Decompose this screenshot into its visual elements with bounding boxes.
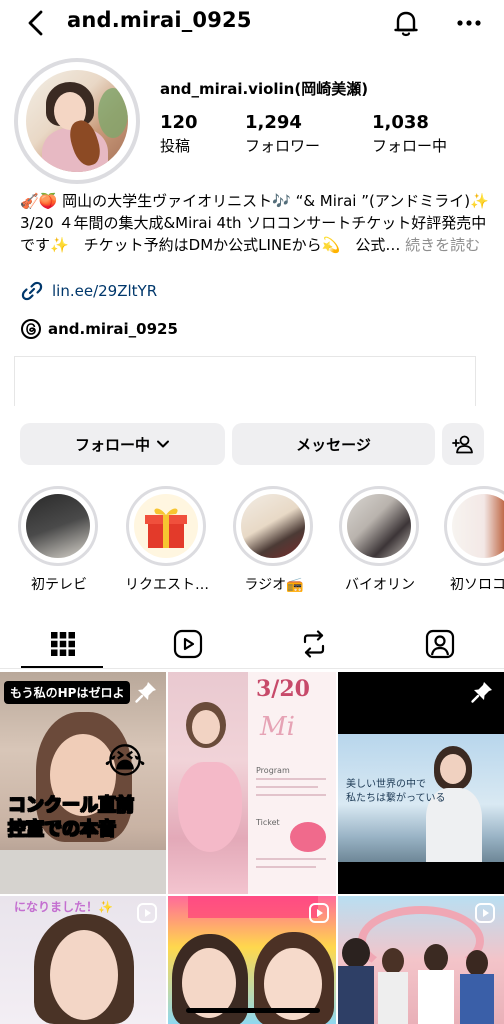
header-username: and.mirai_0925 bbox=[67, 8, 252, 32]
grid-tab-icon[interactable] bbox=[47, 628, 79, 660]
post-tile[interactable]: 3/20 Mi Program Ticket bbox=[168, 672, 336, 894]
post-caption-red: 本音 bbox=[80, 819, 117, 841]
post-caption-top: になりました！✨ bbox=[14, 900, 113, 914]
highlight-label: バイオリン bbox=[345, 577, 415, 593]
post-caption-line2: 私たちは繋がっている bbox=[346, 793, 446, 804]
crying-emoji: 😭 bbox=[104, 741, 147, 782]
following-button[interactable]: フォロー中 bbox=[20, 423, 225, 465]
post-caption-line2-text: 控室での bbox=[8, 819, 81, 841]
reels-tab-icon[interactable] bbox=[172, 628, 204, 660]
message-button[interactable]: メッセージ bbox=[232, 423, 435, 465]
post-tile[interactable]: もう私のHPはゼロよ 😭 コンクール直前 控室での本音 bbox=[0, 672, 166, 894]
pin-icon bbox=[471, 682, 492, 703]
stat-following-label: フォロー中 bbox=[372, 137, 448, 155]
stat-followers-value: 1,294 bbox=[245, 112, 302, 133]
profile-tabs bbox=[0, 620, 504, 670]
highlight-label: リクエスト… bbox=[125, 577, 209, 593]
profile-avatar-ring[interactable] bbox=[14, 58, 140, 184]
stat-following[interactable]: 1,038 フォロー中 bbox=[372, 112, 447, 156]
reposts-tab-icon[interactable] bbox=[298, 628, 330, 660]
stat-posts-label: 投稿 bbox=[160, 137, 191, 155]
threads-icon bbox=[21, 319, 41, 339]
highlight-ring bbox=[126, 486, 206, 566]
post-caption-main: コンクール直前 控室での本音 bbox=[8, 794, 135, 842]
threads-handle[interactable]: and.mirai_0925 bbox=[48, 320, 178, 338]
tagged-tab-icon[interactable] bbox=[424, 628, 456, 660]
reel-icon bbox=[475, 903, 495, 923]
pin-icon bbox=[135, 682, 156, 703]
profile-bio: 🎻🍑 岡山の大学生ヴァイオリニスト🎶 “& Mirai ”(アンドミライ)✨ 3… bbox=[20, 190, 490, 256]
home-indicator[interactable] bbox=[186, 1008, 320, 1013]
post-concert-date: 3/20 bbox=[256, 676, 310, 702]
post-tile[interactable] bbox=[168, 896, 336, 1024]
highlight-label: 初ソロコン bbox=[450, 577, 504, 593]
reel-icon bbox=[309, 903, 329, 923]
post-tile[interactable] bbox=[338, 896, 504, 1024]
bell-icon[interactable] bbox=[392, 8, 420, 38]
link-chain-icon bbox=[21, 281, 43, 301]
gift-icon bbox=[145, 508, 187, 548]
tab-divider bbox=[0, 668, 504, 669]
stat-posts-value: 120 bbox=[160, 112, 198, 133]
highlight-ring bbox=[18, 486, 98, 566]
message-button-label: メッセージ bbox=[296, 435, 371, 454]
profile-display-name: and_mirai.violin(岡崎美瀬) bbox=[160, 80, 369, 98]
bio-more-link[interactable]: 続きを読む bbox=[405, 236, 480, 254]
post-caption-line2: 控室での本音 bbox=[8, 818, 134, 842]
threads-badge[interactable]: and.mirai_0925 bbox=[20, 318, 178, 340]
highlight-ring bbox=[339, 486, 419, 566]
story-highlights: 初テレビ リクエスト… ラジオ📻 バイオリン 初ソロコ bbox=[0, 486, 504, 598]
profile-link[interactable]: lin.ee/29ZltYR bbox=[20, 280, 157, 302]
highlight-label: ラジオ📻 bbox=[244, 577, 304, 593]
more-options-icon[interactable] bbox=[454, 10, 484, 36]
post-ticket-label: Ticket bbox=[256, 818, 280, 827]
post-caption-line1: コンクール直前 bbox=[8, 795, 135, 817]
profile-avatar bbox=[26, 70, 128, 172]
post-tile[interactable]: になりました！✨ bbox=[0, 896, 166, 1024]
following-button-label: フォロー中 bbox=[74, 435, 150, 454]
post-caption-line1: 美しい世界の中で bbox=[346, 779, 426, 790]
add-person-icon bbox=[452, 435, 473, 454]
stat-following-value: 1,038 bbox=[372, 112, 429, 133]
back-arrow-icon[interactable] bbox=[22, 8, 50, 38]
chevron-down-icon bbox=[157, 440, 169, 448]
post-tile[interactable]: 美しい世界の中で 私たちは繋がっている bbox=[338, 672, 504, 894]
stat-followers[interactable]: 1,294 フォロワー bbox=[245, 112, 320, 156]
reel-icon bbox=[137, 903, 157, 923]
highlight-ring bbox=[444, 486, 504, 566]
dashboard-card bbox=[14, 356, 476, 406]
highlight-ring bbox=[233, 486, 313, 566]
bio-line-1: 🎻🍑 岡山の大学生ヴァイオリニスト🎶 “& Mirai ”(アンドミライ)✨ bbox=[20, 192, 489, 210]
posts-grid: もう私のHPはゼロよ 😭 コンクール直前 控室での本音 3/20 Mi Prog… bbox=[0, 672, 504, 1024]
top-bar: and.mirai_0925 bbox=[0, 0, 504, 46]
post-caption-block: 美しい世界の中で 私たちは繋がっている bbox=[346, 778, 446, 806]
post-program-label: Program bbox=[256, 766, 290, 775]
suggested-users-button[interactable] bbox=[442, 423, 484, 465]
stat-followers-label: フォロワー bbox=[245, 137, 321, 155]
profile-link-text[interactable]: lin.ee/29ZltYR bbox=[52, 282, 157, 300]
post-caption-top: もう私のHPはゼロよ bbox=[4, 681, 131, 704]
bio-line-2: 3/20 ４年間の集大成&Mirai 4th ソロコンサートチケット好評発売中で… bbox=[20, 212, 490, 256]
highlight-label: 初テレビ bbox=[31, 577, 87, 593]
stat-posts[interactable]: 120 投稿 bbox=[160, 112, 198, 156]
